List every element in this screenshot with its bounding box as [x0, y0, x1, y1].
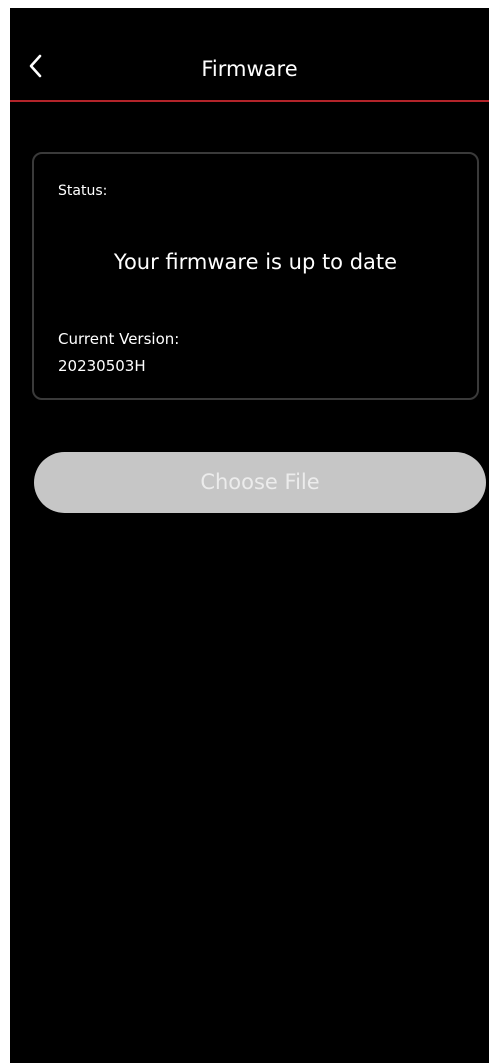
status-label: Status: [58, 183, 108, 199]
status-message: Your firmware is up to date [113, 250, 398, 274]
page-title: Firmware [201, 57, 298, 81]
firmware-screen: Firmware Status: Your firmware is up to … [10, 8, 489, 1063]
current-version-label: Current Version: [58, 330, 180, 348]
header-bar: Firmware [10, 8, 489, 102]
current-version-value: 20230503H [58, 357, 146, 375]
choose-file-button[interactable]: Choose File [34, 452, 486, 513]
firmware-status-card: Status: Your firmware is up to date Curr… [32, 152, 479, 400]
